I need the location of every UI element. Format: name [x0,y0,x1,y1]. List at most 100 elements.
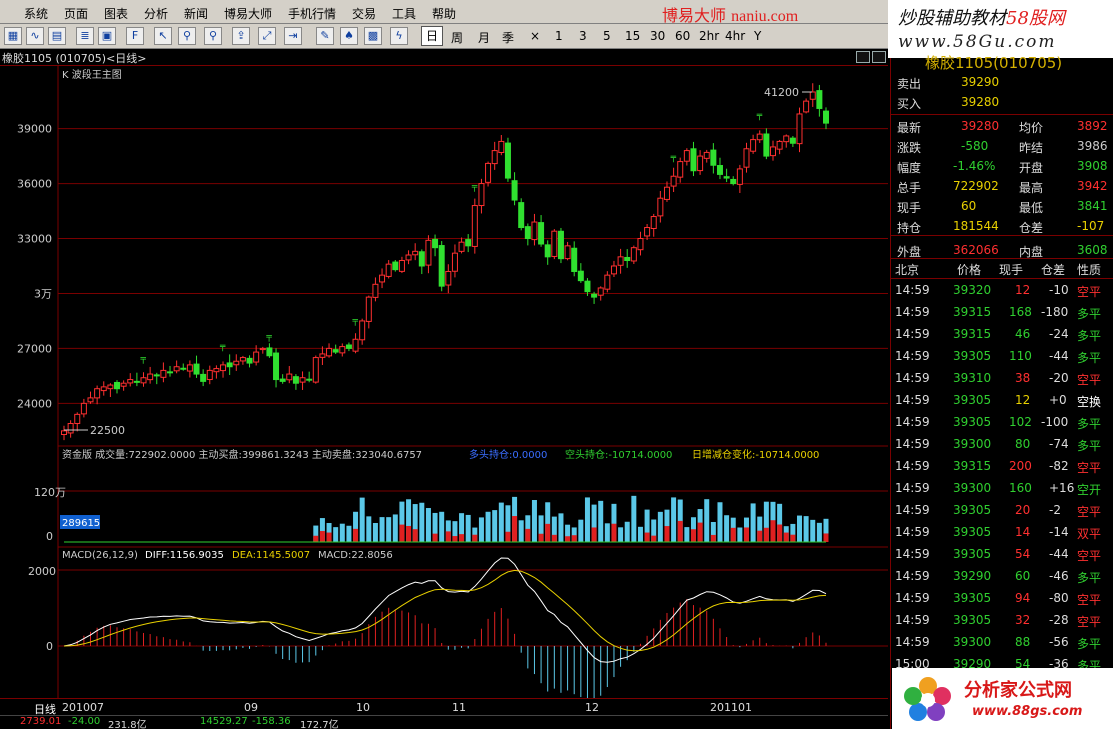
candle [306,371,313,383]
pin-icon[interactable]: ⚲ [204,27,222,45]
candle-body [385,263,392,277]
period-year-button[interactable]: Y [754,29,761,43]
candle [816,84,823,117]
menu-help[interactable]: 帮助 [432,5,456,22]
period-month-button[interactable]: 月 [478,29,490,46]
export-icon[interactable]: ⇪ [232,27,250,45]
maximize-icon[interactable] [872,51,886,63]
tick-cell: 14:59 [895,547,930,561]
tick-cell: 94 [1015,591,1031,605]
menu-news[interactable]: 新闻 [184,5,208,22]
period-week-button[interactable]: 周 [451,29,463,46]
list-icon[interactable]: ≣ [76,27,94,45]
period-1min-button[interactable]: 1 [555,29,563,43]
cursor-icon[interactable]: ↖ [154,27,172,45]
tick-row: 14:59 39300 88 -56 多平 [891,632,1113,654]
period-close-button[interactable]: × [530,29,540,43]
line-chart-icon[interactable]: ∿ [26,27,44,45]
quote-value: 3942 [1077,179,1108,193]
buy-volume-bar [743,527,749,542]
period-60min-button[interactable]: 60 [675,29,690,43]
candle [703,149,710,163]
news-icon[interactable]: ▣ [98,27,116,45]
candle [279,374,286,384]
buy-volume-bar [611,523,617,542]
tick-cell: 空平 [1077,615,1102,629]
buy-volume-bar [353,528,359,542]
period-day-button[interactable]: 日 [421,26,443,46]
period-quarter-button[interactable]: 季 [502,29,514,46]
candle-body [180,367,187,370]
menu-analysis[interactable]: 分析 [144,5,168,22]
candle-body [226,362,233,368]
tick-cell: 39315 [953,305,992,319]
candle [326,343,333,358]
buy-volume-bar [677,520,683,542]
tick-cell: -44 [1049,547,1069,561]
tick-cell: 39310 [953,371,992,385]
restore-icon[interactable] [856,51,870,63]
buy-volume-bar [319,531,325,542]
status-sz-amount: 172.7亿 [300,720,339,729]
menu-mobile[interactable]: 手机行情 [288,5,336,22]
buy-volume-bar [651,535,657,542]
table-icon[interactable]: ▤ [48,27,66,45]
macd-histogram [70,599,827,698]
volume-bars [64,495,829,543]
candle-body [756,133,763,141]
volume-bar [465,514,471,542]
volume-bar [624,521,630,542]
quote-row: 外盘 362066 内盘 3608 [891,240,1113,260]
candle [478,178,485,214]
candle-body [61,430,67,436]
buy-volume-bar [445,531,451,542]
period-15min-button[interactable]: 15 [625,29,640,43]
period-4hr-button[interactable]: 4hr [725,29,745,43]
menu-trade[interactable]: 交易 [352,5,376,22]
menu-chart[interactable]: 图表 [104,5,128,22]
tick-cell: 12 [1015,283,1031,297]
tick-cell: 空平 [1077,505,1102,519]
flash-icon[interactable]: ϟ [390,27,408,45]
tick-cell: 102 [1009,415,1032,429]
candle-body [253,351,260,363]
volume-legend-change: 日增减仓变化:-10714.0000 [692,448,819,461]
period-5min-button[interactable]: 5 [603,29,611,43]
candle [445,264,452,294]
buy-volume-bar [730,527,736,542]
alarm-icon[interactable]: ♠ [340,27,358,45]
candle [239,355,246,365]
zoom-icon[interactable]: ⚲ [178,27,196,45]
exit-icon[interactable]: ⇥ [284,27,302,45]
period-2hr-button[interactable]: 2hr [699,29,719,43]
y-tick-label: 33000 [17,233,52,246]
candle [206,365,213,385]
menu-page[interactable]: 页面 [64,5,88,22]
menu-tools[interactable]: 工具 [392,5,416,22]
candle-body [233,360,240,366]
draw-icon[interactable]: ✎ [316,27,334,45]
fullscreen-icon[interactable]: ⤢ [258,27,276,45]
candle-body [544,244,551,258]
candle [87,391,94,404]
candle-body [471,205,478,247]
grid-icon[interactable]: ▦ [4,27,22,45]
period-30min-button[interactable]: 30 [650,29,665,43]
candle-body [345,344,352,349]
f10-icon[interactable]: F [126,27,144,45]
candle-body [803,100,810,113]
candle-body [398,259,405,272]
tick-header-cell: 现手 [999,263,1024,277]
period-3min-button[interactable]: 3 [579,29,587,43]
volume-bar [724,515,730,542]
candle [226,354,233,375]
candle [524,223,531,246]
candle-body [478,183,485,207]
indicator-icon[interactable]: ▩ [364,27,382,45]
menu-boyi[interactable]: 博易大师 [224,5,272,22]
candle-body [716,165,723,175]
menu-system[interactable]: 系统 [24,5,48,22]
date-label: 10 [356,701,370,714]
tick-cell: -28 [1049,613,1069,627]
volume-bar [498,502,504,542]
